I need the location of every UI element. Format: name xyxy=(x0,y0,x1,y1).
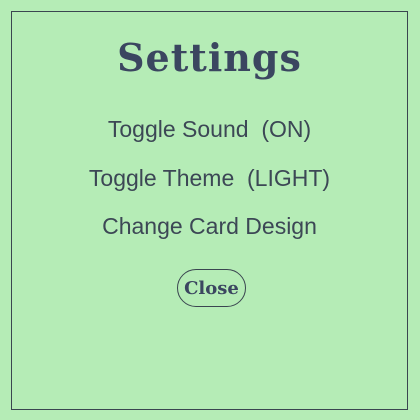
close-button[interactable]: Close xyxy=(177,269,246,307)
settings-panel: Settings Toggle Sound (ON) Toggle Theme … xyxy=(11,11,408,410)
change-card-design-option[interactable]: Change Card Design xyxy=(12,215,407,238)
toggle-theme-option[interactable]: Toggle Theme (LIGHT) xyxy=(12,167,407,190)
toggle-sound-option[interactable]: Toggle Sound (ON) xyxy=(12,118,407,141)
close-button-label: Close xyxy=(184,277,239,299)
settings-title: Settings xyxy=(117,35,302,80)
